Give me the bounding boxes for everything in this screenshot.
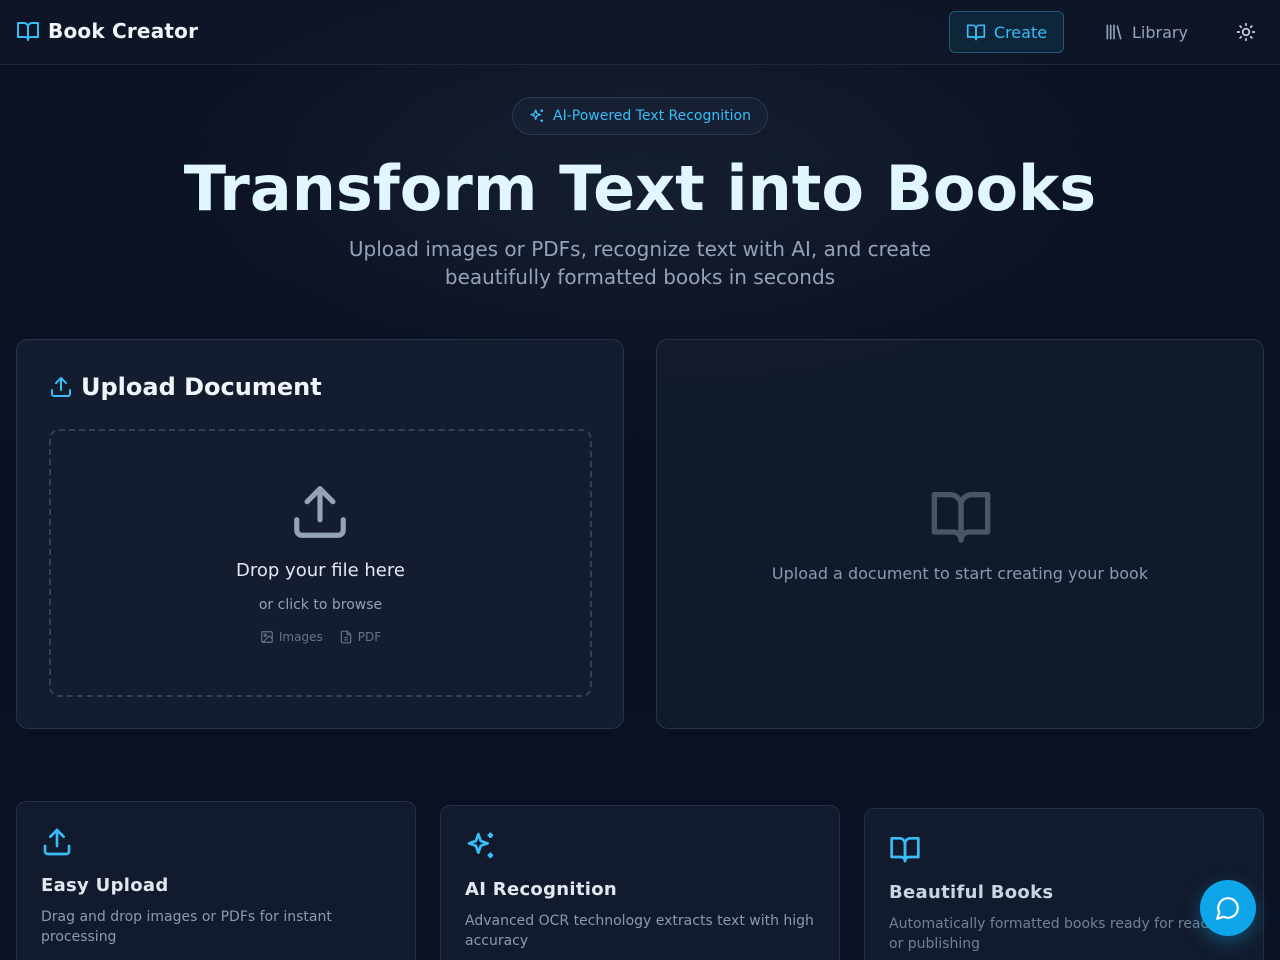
upload-icon [43,828,71,856]
top-navbar: Book Creator Create Library [0,0,1280,65]
file-type-pdf: PDF [339,630,381,644]
feature-card-beautiful-books: Beautiful Books Automatically formatted … [864,808,1264,960]
file-text-icon [340,630,351,644]
page-subtitle: Upload images or PDFs, recognize text wi… [348,237,932,289]
message-circle-icon [1216,897,1239,920]
feature-description: Drag and drop images or PDFs for instant… [41,909,332,945]
image-icon [261,631,273,643]
book-open-icon [17,22,39,41]
brand[interactable]: Book Creator [16,19,198,43]
feature-description: Automatically formatted books ready for … [889,916,1232,952]
book-open-icon [890,837,920,863]
file-dropzone[interactable]: Drop your file here or click to browse I… [49,429,592,697]
file-type-pdf-label: PDF [357,630,382,644]
dropzone-subtitle: or click to browse [258,597,383,613]
brand-title: Book Creator [48,19,199,43]
book-open-icon [931,492,991,543]
feature-card-easy-upload: Easy Upload Drag and drop images or PDFs… [16,801,416,960]
library-button-label: Library [1132,22,1188,42]
book-open-icon [966,24,986,41]
upload-heading: Upload Document [49,373,322,401]
feature-title: Easy Upload [41,875,169,896]
feature-description: Advanced OCR technology extracts text wi… [465,913,814,949]
create-button[interactable]: Create [949,11,1064,53]
feature-title: Beautiful Books [889,882,1054,903]
ai-badge-label: AI-Powered Text Recognition [553,108,751,124]
preview-empty-text: Upload a document to start creating your… [771,564,1149,583]
library-icon [1106,24,1122,40]
upload-panel: Upload Document Drop your file here or c… [16,339,624,729]
feature-card-ai-recognition: AI Recognition Advanced OCR technology e… [440,805,840,960]
chat-button[interactable] [1200,880,1256,936]
create-button-label: Create [993,22,1048,42]
page-title: Transform Text into Books [183,152,1097,225]
dropzone-title: Drop your file here [236,560,405,581]
theme-toggle-button[interactable] [1226,12,1266,52]
sparkles-icon [467,832,493,858]
book-preview-panel: Upload a document to start creating your… [656,339,1264,729]
file-type-list: Images PDF [51,630,590,644]
upload-icon [294,486,346,538]
sun-icon [1236,22,1256,42]
library-button[interactable]: Library [1091,11,1201,53]
feature-title: AI Recognition [465,879,618,900]
sparkles-icon [530,109,544,122]
upload-heading-label: Upload Document [81,373,322,401]
file-type-images-label: Images [278,630,323,644]
file-type-images: Images [260,630,323,644]
ai-badge: AI-Powered Text Recognition [512,97,768,135]
upload-icon [51,377,71,397]
